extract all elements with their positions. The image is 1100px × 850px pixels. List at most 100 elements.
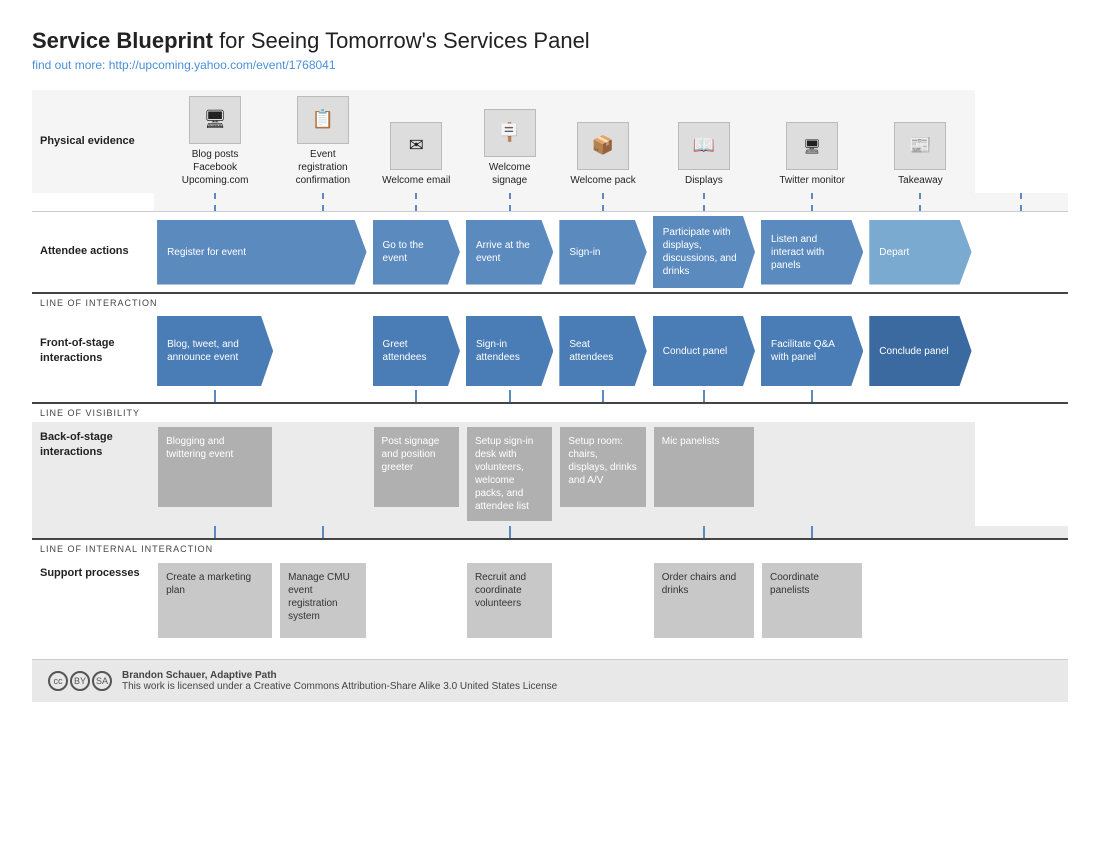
attendee-text-5: Participate with displays, discussions, … (663, 226, 739, 278)
back-cell-4: Setup room: chairs, displays, drinks and… (556, 422, 649, 526)
back-text-4: Setup room: chairs, displays, drinks and… (568, 436, 636, 486)
front-stage-label: Front-of-stage interactions (32, 312, 154, 390)
cc-icon: cc BY SA (48, 671, 112, 691)
support-cell-5: Coordinate panelists (758, 558, 866, 643)
connector-row-2 (32, 390, 1068, 403)
support-text-3: Recruit and coordinate volunteers (475, 572, 526, 609)
back-text-3: Setup sign-in desk with volunteers, welc… (475, 436, 533, 512)
attendee-label: Attendee actions (32, 212, 154, 294)
page-title: Service Blueprint for Seeing Tomorrow's … (32, 28, 1068, 54)
back-cell-3: Setup sign-in desk with volunteers, welc… (463, 422, 556, 526)
front-cell-6: Facilitate Q&A with panel (758, 312, 866, 390)
back-text-5: Mic panelists (662, 436, 720, 447)
support-text-2: Manage CMU event registration system (288, 572, 350, 622)
front-text-5: Conduct panel (663, 345, 728, 358)
phys-label-5: Welcome pack (570, 174, 635, 187)
separator-interaction-label: LINE OF INTERACTION (40, 298, 158, 308)
support-cell-4: Order chairs and drinks (650, 558, 758, 643)
front-cell-4: Seat attendees (556, 312, 649, 390)
attendee-action-2: Go to the event (370, 212, 463, 294)
connector-row-3 (32, 526, 1068, 539)
front-cell-5: Conduct panel (650, 312, 758, 390)
separator-internal-label: LINE OF INTERNAL INTERACTION (40, 544, 213, 554)
front-cell-1: Blog, tweet, and announce event (154, 312, 276, 390)
connector-row-1 (32, 193, 1068, 212)
back-cell-empty2 (758, 422, 866, 526)
attendee-action-7: Depart (866, 212, 974, 294)
back-cell-empty3 (866, 422, 974, 526)
phys-label-8: Takeaway (898, 174, 942, 187)
back-cell-empty1 (276, 422, 369, 526)
support-cell-3: Recruit and coordinate volunteers (463, 558, 556, 643)
attendee-action-6: Listen and interact with panels (758, 212, 866, 294)
back-cell-2: Post signage and position greeter (370, 422, 463, 526)
separator-internal: LINE OF INTERNAL INTERACTION (32, 539, 1068, 558)
page: Service Blueprint for Seeing Tomorrow's … (0, 0, 1100, 702)
blueprint-table: Physical evidence 🖥 Blog postsFacebookUp… (32, 90, 1068, 643)
front-stage-row: Front-of-stage interactions Blog, tweet,… (32, 312, 1068, 390)
phys-cell-2: 📋 Eventregistrationconfirmation (276, 90, 369, 193)
phys-cell-6: 📖 Displays (650, 90, 758, 193)
separator-interaction: LINE OF INTERACTION (32, 293, 1068, 312)
phys-cell-8: 📰 Takeaway (866, 90, 974, 193)
phys-label-7: Twitter monitor (779, 174, 845, 187)
front-cell-7: Conclude panel (866, 312, 974, 390)
phys-cell-1: 🖥 Blog postsFacebookUpcoming.com (154, 90, 276, 193)
phys-cell-4: 🪧 Welcomesignage (463, 90, 556, 193)
support-cell-empty3 (866, 558, 974, 643)
phys-label-6: Displays (685, 174, 723, 187)
footer: cc BY SA Brandon Schauer, Adaptive Path … (32, 659, 1068, 702)
support-text-5: Coordinate panelists (770, 572, 819, 596)
phys-cell-7: 🖥 Twitter monitor (758, 90, 866, 193)
front-text-2: Greet attendees (383, 338, 444, 364)
attendee-text-1: Register for event (167, 246, 246, 259)
support-label: Support processes (32, 558, 154, 643)
attendee-text-6: Listen and interact with panels (771, 233, 847, 272)
phys-cell-3: ✉ Welcome email (370, 90, 463, 193)
support-cell-2: Manage CMU event registration system (276, 558, 369, 643)
front-cell-empty (276, 312, 369, 390)
back-stage-row: Back-of-stage interactions Blogging and … (32, 422, 1068, 526)
attendee-actions-row: Attendee actions Register for event Go t… (32, 212, 1068, 294)
front-text-4: Seat attendees (569, 338, 630, 364)
front-cell-3: Sign-in attendees (463, 312, 556, 390)
back-stage-label: Back-of-stage interactions (32, 422, 154, 526)
phys-label-3: Welcome email (382, 174, 450, 187)
front-text-7: Conclude panel (879, 345, 949, 358)
front-cell-2: Greet attendees (370, 312, 463, 390)
front-text-3: Sign-in attendees (476, 338, 537, 364)
support-cell-empty1 (370, 558, 463, 643)
support-text-4: Order chairs and drinks (662, 572, 736, 596)
back-text-2: Post signage and position greeter (382, 436, 440, 473)
back-cell-5: Mic panelists (650, 422, 758, 526)
phys-label-2: Eventregistrationconfirmation (296, 148, 350, 187)
subtitle: find out more: http://upcoming.yahoo.com… (32, 58, 1068, 72)
support-cell-empty2 (556, 558, 649, 643)
attendee-action-1: Register for event (154, 212, 369, 294)
support-cell-1: Create a marketing plan (154, 558, 276, 643)
separator-visibility: LINE OF VISIBILITY (32, 403, 1068, 422)
phys-label-1: Blog postsFacebookUpcoming.com (182, 148, 249, 187)
physical-label: Physical evidence (32, 90, 154, 193)
support-row: Support processes Create a marketing pla… (32, 558, 1068, 643)
attendee-text-7: Depart (879, 246, 909, 259)
physical-evidence-row: Physical evidence 🖥 Blog postsFacebookUp… (32, 90, 1068, 193)
attendee-text-2: Go to the event (383, 239, 444, 265)
footer-text: Brandon Schauer, Adaptive Path This work… (122, 670, 557, 692)
attendee-text-4: Sign-in (569, 246, 600, 259)
back-cell-1: Blogging and twittering event (154, 422, 276, 526)
footer-author: Brandon Schauer, Adaptive Path (122, 670, 277, 681)
separator-visibility-label: LINE OF VISIBILITY (40, 408, 140, 418)
front-text-1: Blog, tweet, and announce event (167, 338, 257, 364)
attendee-action-4: Sign-in (556, 212, 649, 294)
support-cell-empty4 (975, 558, 1068, 643)
back-text-1: Blogging and twittering event (166, 436, 233, 460)
attendee-action-5: Participate with displays, discussions, … (650, 212, 758, 294)
support-text-1: Create a marketing plan (166, 572, 251, 596)
front-text-6: Facilitate Q&A with panel (771, 338, 847, 364)
attendee-action-3: Arrive at the event (463, 212, 556, 294)
attendee-text-3: Arrive at the event (476, 239, 537, 265)
phys-cell-5: 📦 Welcome pack (556, 90, 649, 193)
footer-license: This work is licensed under a Creative C… (122, 681, 557, 692)
phys-label-4: Welcomesignage (489, 161, 531, 187)
